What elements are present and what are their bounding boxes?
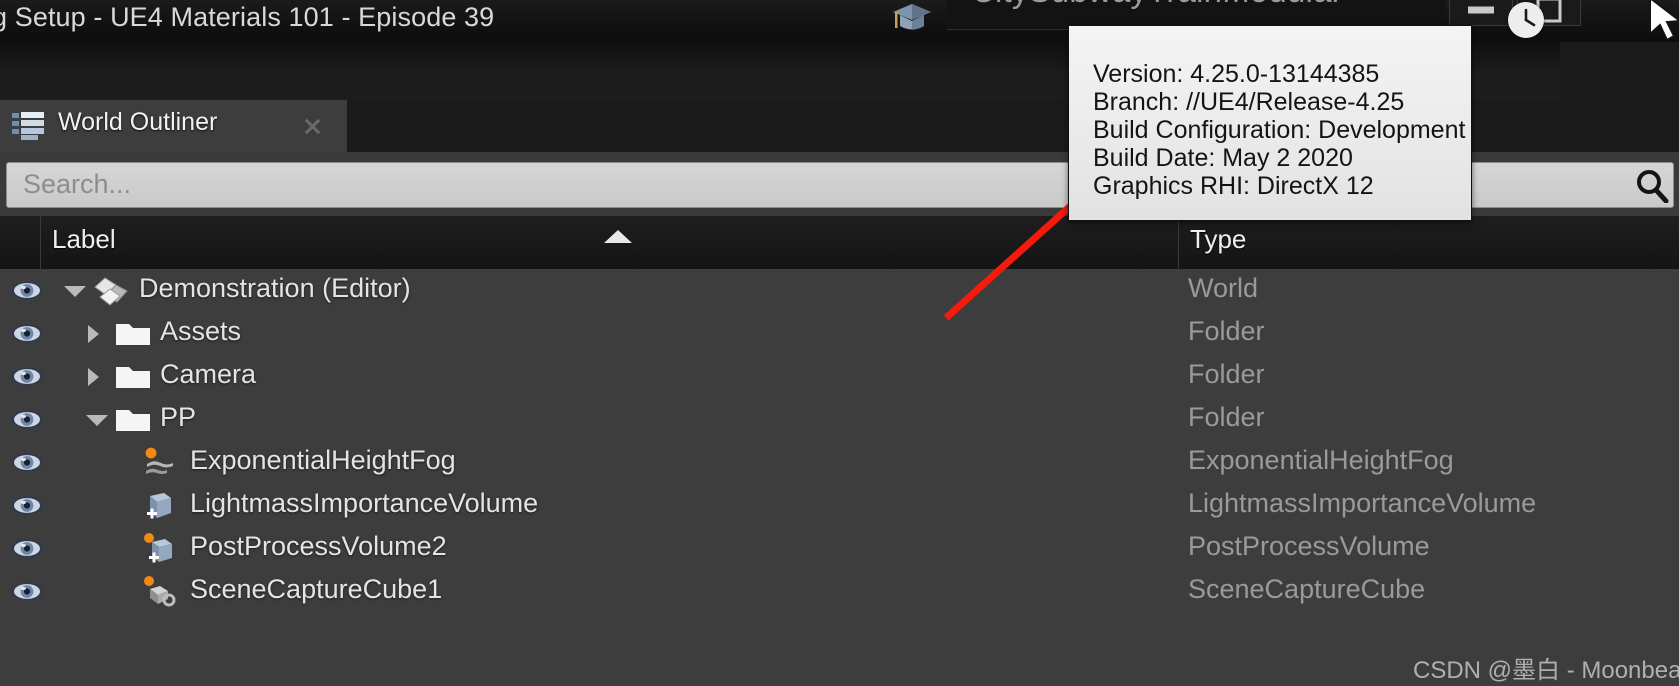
column-header-row: Label Type bbox=[0, 216, 1679, 269]
tooltip-line-graphics-rhi: Graphics RHI: DirectX 12 bbox=[1093, 172, 1374, 200]
row-label: SceneCaptureCube1 bbox=[190, 574, 443, 604]
viewport-right-gutter bbox=[1560, 42, 1679, 104]
row-type: PostProcessVolume bbox=[1188, 531, 1430, 561]
row-label: Demonstration (Editor) bbox=[139, 273, 411, 303]
table-row[interactable]: PP Folder bbox=[0, 398, 1679, 441]
tab-label: World Outliner bbox=[58, 108, 218, 136]
folder-icon bbox=[114, 404, 154, 436]
search-placeholder: Search... bbox=[23, 169, 132, 199]
row-label: PostProcessVolume2 bbox=[190, 531, 447, 561]
expand-arrow-icon[interactable] bbox=[88, 368, 99, 386]
eye-icon[interactable] bbox=[10, 407, 44, 432]
row-label: LightmassImportanceVolume bbox=[190, 488, 539, 518]
close-icon[interactable] bbox=[303, 117, 322, 136]
eye-icon[interactable] bbox=[10, 321, 44, 346]
row-type: Folder bbox=[1188, 402, 1265, 432]
volume-actor-icon bbox=[140, 533, 180, 565]
version-tooltip: Version: 4.25.0-13144385 Branch: //UE4/R… bbox=[1068, 25, 1472, 221]
row-label: Assets bbox=[160, 316, 242, 346]
row-type: Folder bbox=[1188, 316, 1265, 346]
watermark: CSDN @墨白 - Moonbeam bbox=[1413, 657, 1679, 684]
search-icon[interactable] bbox=[1633, 167, 1669, 204]
window-title: g Setup - UE4 Materials 101 - Episode 39 bbox=[0, 2, 495, 32]
table-row[interactable]: Camera Folder bbox=[0, 355, 1679, 398]
expand-arrow-icon[interactable] bbox=[86, 415, 108, 426]
app-root: g Setup - UE4 Materials 101 - Episode 39… bbox=[0, 0, 1679, 686]
table-row[interactable]: ExponentialHeightFog ExponentialHeightFo… bbox=[0, 441, 1679, 484]
folder-icon bbox=[114, 361, 154, 393]
eye-icon[interactable] bbox=[10, 278, 44, 303]
sort-ascending-icon[interactable] bbox=[604, 230, 632, 243]
table-row[interactable]: PostProcessVolume2 PostProcessVolume bbox=[0, 527, 1679, 570]
table-row[interactable]: SceneCaptureCube1 SceneCaptureCube bbox=[0, 570, 1679, 613]
column-divider bbox=[40, 216, 41, 269]
tooltip-line-branch: Branch: //UE4/Release-4.25 bbox=[1093, 88, 1405, 116]
folder-icon bbox=[114, 318, 154, 350]
scene-capture-icon bbox=[140, 576, 180, 608]
column-header-label[interactable]: Label bbox=[52, 224, 116, 255]
row-label: PP bbox=[160, 402, 197, 432]
eye-icon[interactable] bbox=[10, 450, 44, 475]
row-type: LightmassImportanceVolume bbox=[1188, 488, 1537, 518]
row-type: ExponentialHeightFog bbox=[1188, 445, 1454, 475]
row-label: Camera bbox=[160, 359, 257, 389]
document-tab-label: CitySubwayTrainModular bbox=[971, 0, 1343, 10]
minimize-icon bbox=[1468, 6, 1494, 14]
clock-icon bbox=[1508, 2, 1544, 38]
outliner-tree: Demonstration (Editor) World Assets Fold… bbox=[0, 269, 1679, 686]
eye-icon[interactable] bbox=[10, 579, 44, 604]
world-icon bbox=[92, 275, 132, 307]
mouse-cursor-icon bbox=[1644, 0, 1679, 42]
row-type: SceneCaptureCube bbox=[1188, 574, 1426, 604]
eye-icon[interactable] bbox=[10, 536, 44, 561]
graduation-cap-icon bbox=[890, 0, 934, 38]
table-row[interactable]: Assets Folder bbox=[0, 312, 1679, 355]
eye-icon[interactable] bbox=[10, 493, 44, 518]
row-label: ExponentialHeightFog bbox=[190, 445, 456, 475]
tooltip-line-version: Version: 4.25.0-13144385 bbox=[1093, 60, 1380, 88]
volume-actor-icon bbox=[140, 490, 180, 522]
column-divider bbox=[1178, 216, 1179, 269]
list-lines-icon bbox=[12, 112, 44, 140]
table-row[interactable]: LightmassImportanceVolume LightmassImpor… bbox=[0, 484, 1679, 527]
table-row[interactable]: Demonstration (Editor) World bbox=[0, 269, 1679, 312]
fog-actor-icon bbox=[140, 447, 180, 479]
tab-world-outliner[interactable]: World Outliner bbox=[0, 100, 347, 154]
tooltip-line-build-date: Build Date: May 2 2020 bbox=[1093, 144, 1353, 172]
expand-arrow-icon[interactable] bbox=[88, 325, 99, 343]
row-type: Folder bbox=[1188, 359, 1265, 389]
tooltip-line-build-config: Build Configuration: Development bbox=[1093, 116, 1466, 144]
expand-arrow-icon[interactable] bbox=[64, 286, 86, 297]
eye-icon[interactable] bbox=[10, 364, 44, 389]
column-header-type[interactable]: Type bbox=[1190, 224, 1246, 255]
row-type: World bbox=[1188, 273, 1259, 303]
minimize-button[interactable] bbox=[1449, 0, 1513, 26]
